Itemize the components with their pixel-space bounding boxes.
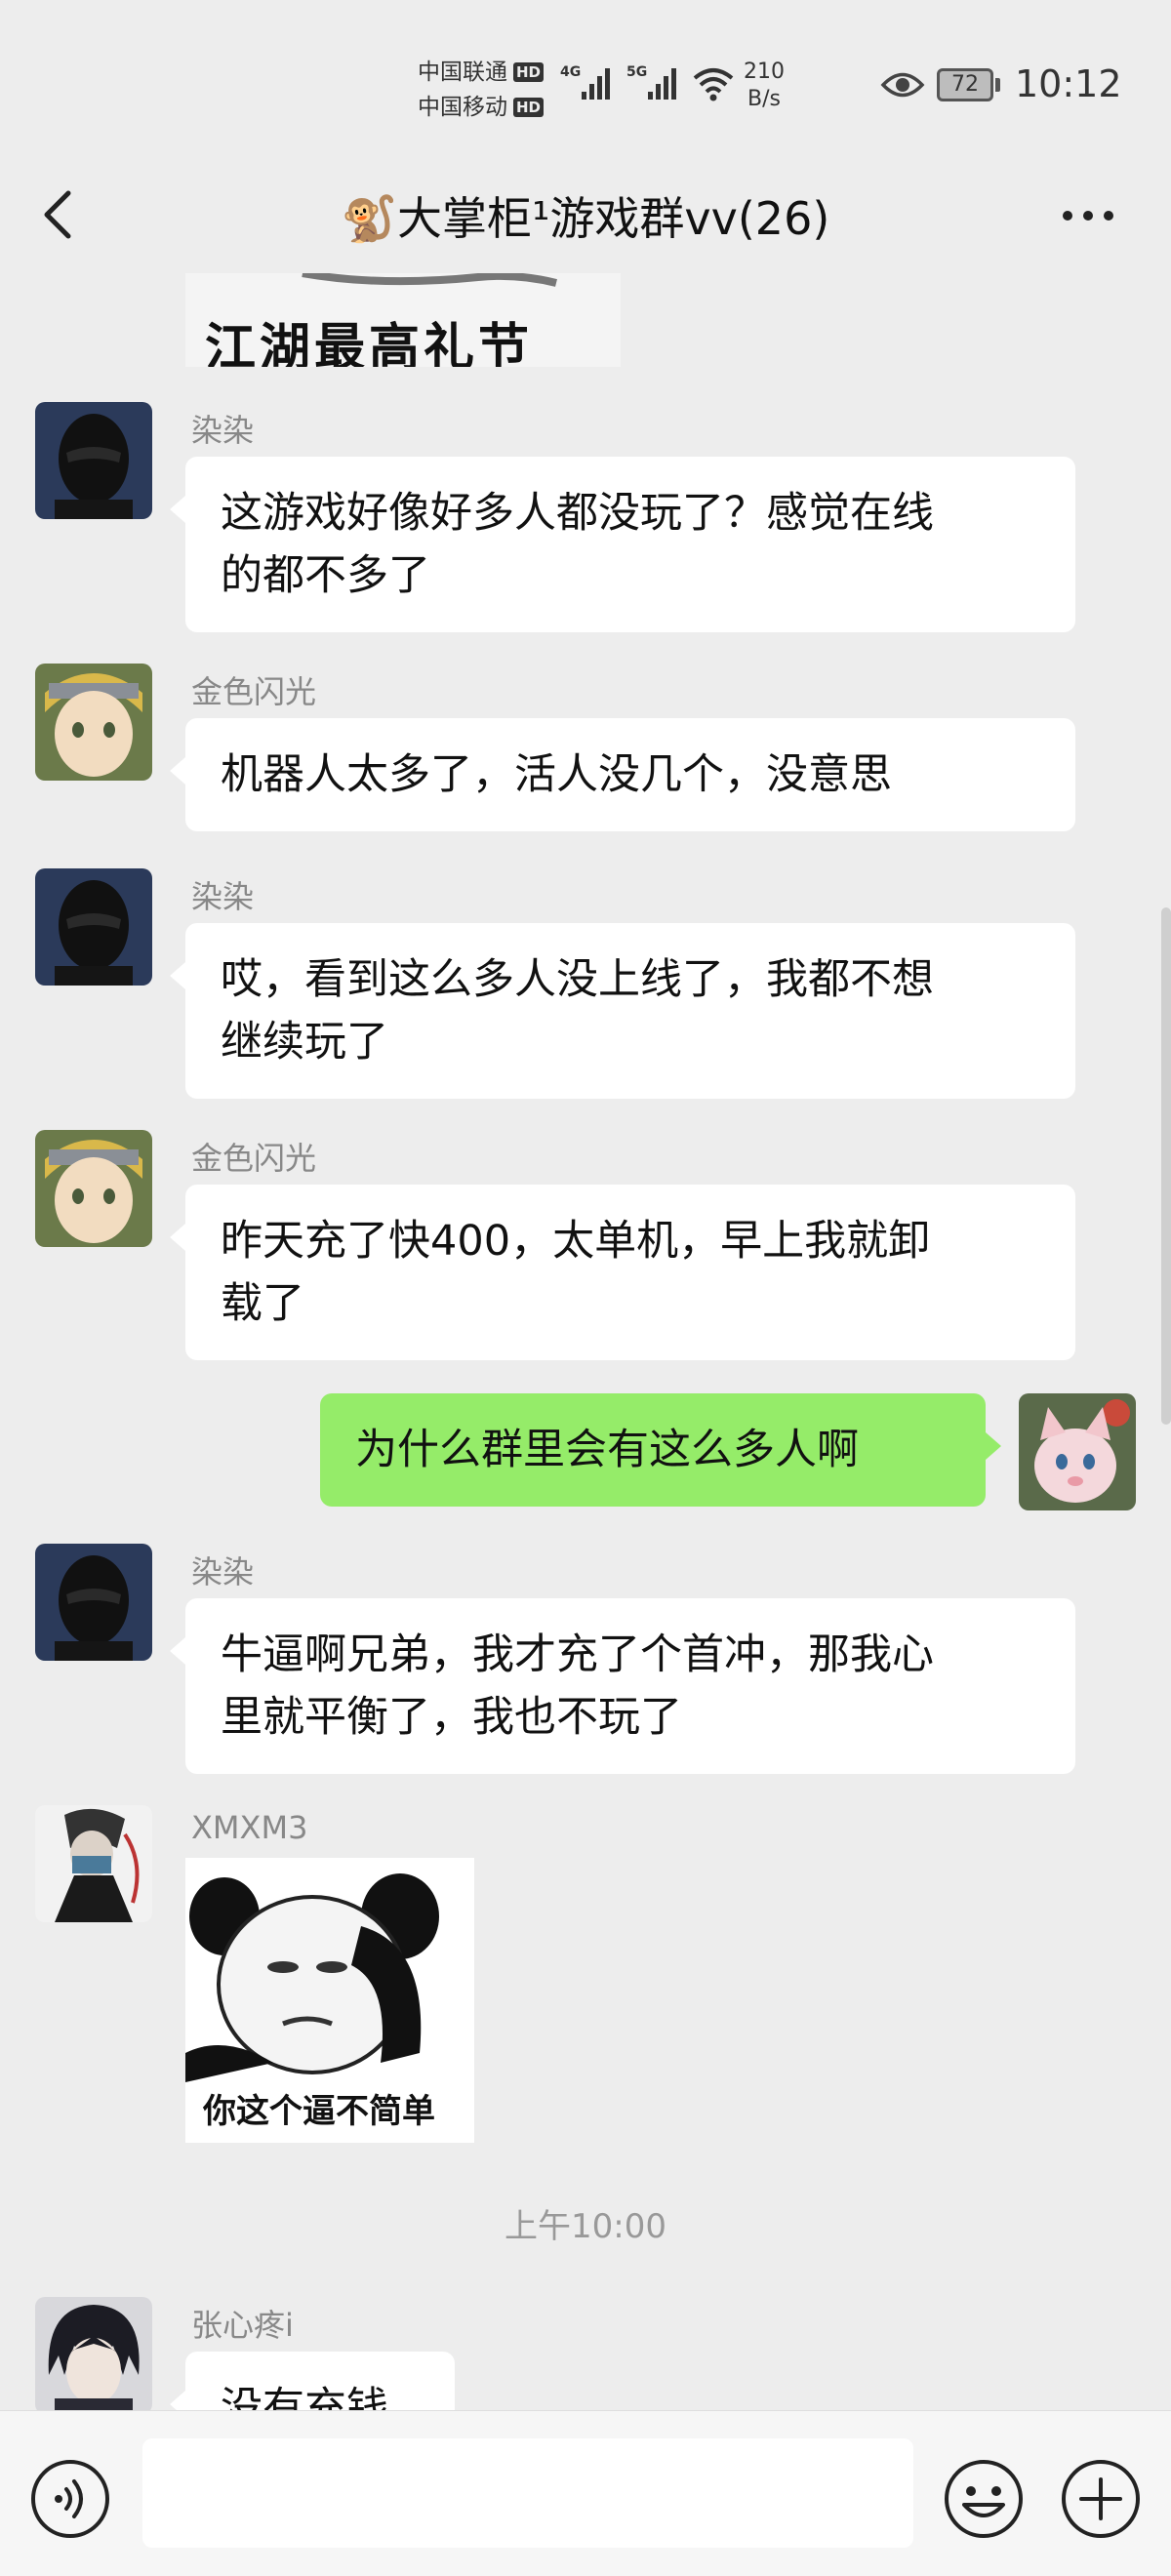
message-text-line: 这游戏好像好多人都没玩了？感觉在线 bbox=[221, 489, 934, 538]
sticker-caption: 你这个逼不简单 bbox=[203, 2092, 435, 2131]
message-text-line: 牛逼啊兄弟，我才充了个首冲，那我心 bbox=[221, 1630, 934, 1679]
battery-indicator: 72 bbox=[937, 68, 993, 101]
message-bubble[interactable]: 昨天充了快400，太单机，早上我就卸 载了 bbox=[170, 1185, 1075, 1360]
message-text-line: 继续玩了 bbox=[221, 1018, 388, 1067]
plus-circle-icon bbox=[1062, 2460, 1140, 2538]
my-avatar[interactable] bbox=[1019, 1393, 1136, 1510]
voice-icon bbox=[31, 2460, 109, 2538]
input-bar bbox=[0, 2410, 1171, 2576]
black-helmet-avatar bbox=[35, 1544, 152, 1661]
message-bubble[interactable]: 这游戏好像好多人都没玩了？感觉在线 的都不多了 bbox=[170, 457, 1075, 632]
sticker-message[interactable]: 江湖最高礼节 bbox=[185, 273, 621, 367]
signal-icon bbox=[648, 68, 676, 100]
scrollbar[interactable] bbox=[1161, 907, 1171, 1425]
message-text-line: 里就平衡了，我也不玩了 bbox=[221, 1693, 682, 1742]
masked-ninja-avatar bbox=[35, 1805, 152, 1922]
more-button[interactable] bbox=[1054, 191, 1122, 240]
message-text-line: 的都不多了 bbox=[221, 551, 430, 600]
avatar[interactable] bbox=[35, 1805, 152, 1922]
status-bar: 中国联通 HD 中国移动 HD 4G 5G 210 B/s 72 10:12 bbox=[0, 0, 1171, 156]
time-divider: 上午10:00 bbox=[505, 2207, 666, 2246]
message-bubble[interactable]: 没有充钱 bbox=[170, 2352, 455, 2410]
message-bubble[interactable]: 哎，看到这么多人没上线了，我都不想 继续玩了 bbox=[170, 923, 1075, 1099]
carrier-2-label: 中国移动 bbox=[418, 95, 507, 120]
my-message-bubble[interactable]: 为什么群里会有这么多人啊 bbox=[320, 1393, 1001, 1507]
message-text-line: 载了 bbox=[221, 1279, 304, 1328]
pink-cat-avatar bbox=[1019, 1393, 1136, 1510]
message-text-line: 昨天充了快400，太单机，早上我就卸 bbox=[221, 1217, 931, 1266]
battery-level: 72 bbox=[951, 72, 979, 97]
carrier-1-label: 中国联通 bbox=[418, 60, 507, 85]
sticker-caption: 江湖最高礼节 bbox=[205, 318, 534, 367]
network-type-label: 4G bbox=[560, 64, 582, 80]
sticker-message[interactable]: 你这个逼不简单 bbox=[185, 1858, 474, 2143]
sender-name: XMXM3 bbox=[191, 1809, 308, 1846]
dark-hair-anime-avatar bbox=[35, 2297, 152, 2410]
message-text-line: 机器人太多了，活人没几个，没意思 bbox=[221, 750, 892, 799]
chat-title[interactable]: 🐒大掌柜¹游戏群vv(26) bbox=[0, 183, 1171, 248]
anime-blonde-avatar bbox=[35, 1130, 152, 1247]
avatar[interactable] bbox=[35, 1544, 152, 1661]
black-helmet-avatar bbox=[35, 868, 152, 986]
emoji-icon bbox=[945, 2460, 1023, 2538]
sender-name: 染染 bbox=[191, 412, 255, 449]
battery-tip bbox=[995, 78, 1000, 92]
eye-icon bbox=[880, 72, 925, 98]
wifi-icon bbox=[693, 68, 734, 101]
message-list[interactable]: 江湖最高礼节 染染 这游戏好像好多人都没玩了？感觉在线 的都不多了 金色闪光 机… bbox=[0, 273, 1171, 2410]
avatar[interactable] bbox=[35, 664, 152, 781]
network-type-label: 5G bbox=[626, 64, 648, 80]
message-text-line: 为什么群里会有这么多人啊 bbox=[355, 1426, 859, 1474]
avatar[interactable] bbox=[35, 402, 152, 519]
message-text-line: 哎，看到这么多人没上线了，我都不想 bbox=[221, 955, 934, 1004]
voice-button[interactable] bbox=[29, 2458, 111, 2540]
message-text-line: 没有充钱 bbox=[221, 2384, 388, 2410]
sender-name: 金色闪光 bbox=[191, 673, 317, 710]
emoji-button[interactable] bbox=[943, 2458, 1025, 2540]
message-input[interactable] bbox=[142, 2438, 913, 2548]
sender-name: 张心疼i bbox=[191, 2307, 294, 2344]
hd-badge: HD bbox=[513, 98, 545, 117]
sender-name: 染染 bbox=[191, 878, 255, 915]
carrier-info: 中国联通 HD 中国移动 HD bbox=[418, 55, 545, 125]
avatar[interactable] bbox=[35, 868, 152, 986]
sender-name: 染染 bbox=[191, 1553, 255, 1590]
message-bubble[interactable]: 机器人太多了，活人没几个，没意思 bbox=[170, 718, 1075, 831]
avatar[interactable] bbox=[35, 2297, 152, 2410]
more-horizontal-icon bbox=[1063, 211, 1113, 221]
signal-icon bbox=[582, 68, 610, 100]
add-button[interactable] bbox=[1060, 2458, 1142, 2540]
hd-badge: HD bbox=[513, 62, 545, 82]
avatar[interactable] bbox=[35, 1130, 152, 1247]
status-clock: 10:12 bbox=[1015, 62, 1122, 105]
anime-blonde-avatar bbox=[35, 664, 152, 781]
panda-meme-art bbox=[185, 1858, 474, 2082]
network-speed-value: 210 bbox=[744, 60, 785, 84]
sender-name: 金色闪光 bbox=[191, 1140, 317, 1177]
sticker-art bbox=[302, 273, 557, 287]
network-speed-unit: B/s bbox=[747, 87, 781, 111]
chat-header: 🐒大掌柜¹游戏群vv(26) bbox=[0, 156, 1171, 273]
network-speed: 210 B/s bbox=[744, 59, 785, 113]
black-helmet-avatar bbox=[35, 402, 152, 519]
message-bubble[interactable]: 牛逼啊兄弟，我才充了个首冲，那我心 里就平衡了，我也不玩了 bbox=[170, 1598, 1075, 1774]
